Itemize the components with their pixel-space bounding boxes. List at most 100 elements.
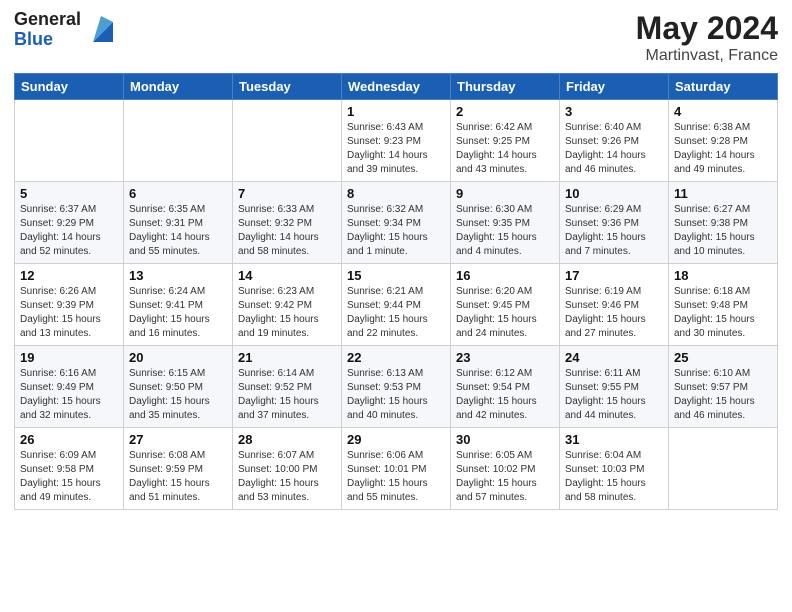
calendar-cell: 13Sunrise: 6:24 AM Sunset: 9:41 PM Dayli… <box>124 264 233 346</box>
calendar-cell <box>15 100 124 182</box>
day-number: 3 <box>565 104 663 119</box>
day-number: 26 <box>20 432 118 447</box>
logo-text: General Blue <box>14 10 81 50</box>
cell-info: Sunrise: 6:14 AM Sunset: 9:52 PM Dayligh… <box>238 367 336 423</box>
calendar-cell <box>669 428 778 510</box>
calendar-cell: 23 Sunrise: 6:12 AM Sunset: 9:54 PM Dayli… <box>451 346 560 428</box>
logo-icon <box>85 14 117 46</box>
cell-info: Sunrise: 6:12 AM Sunset: 9:54 PM Dayligh… <box>456 367 554 423</box>
cell-info: Sunrise: 6:11 AM Sunset: 9:55 PM Dayligh… <box>565 367 663 423</box>
day-number: 24 <box>565 350 663 365</box>
day-number: 4 <box>674 104 772 119</box>
page: General Blue May 2024 Martinvast, France… <box>0 0 792 520</box>
cell-info: Sunrise: 6:40 AM Sunset: 9:26 PM Dayligh… <box>565 121 663 177</box>
day-number: 9 <box>456 186 554 201</box>
day-number: 18 <box>674 268 772 283</box>
cell-info: Sunrise: 6:13 AM Sunset: 9:53 PM Dayligh… <box>347 367 445 423</box>
day-number: 7 <box>238 186 336 201</box>
calendar-cell: 21Sunrise: 6:14 AM Sunset: 9:52 PM Dayli… <box>233 346 342 428</box>
day-number: 22 <box>347 350 445 365</box>
calendar-cell: 29Sunrise: 6:06 AM Sunset: 10:01 PM Dayl… <box>342 428 451 510</box>
day-header-thursday: Thursday <box>451 74 560 100</box>
logo: General Blue <box>14 10 117 50</box>
title-month: May 2024 <box>636 10 778 47</box>
cell-info: Sunrise: 6:20 AM Sunset: 9:45 PM Dayligh… <box>456 285 554 341</box>
calendar-cell: 24 Sunrise: 6:11 AM Sunset: 9:55 PM Dayli… <box>560 346 669 428</box>
day-number: 30 <box>456 432 554 447</box>
calendar-cell: 17 Sunrise: 6:19 AM Sunset: 9:46 PM Dayli… <box>560 264 669 346</box>
cell-info: Sunrise: 6:04 AM Sunset: 10:03 PM Daylig… <box>565 449 663 505</box>
cell-info: Sunrise: 6:26 AM Sunset: 9:39 PM Dayligh… <box>20 285 118 341</box>
cell-info: Sunrise: 6:18 AM Sunset: 9:48 PM Dayligh… <box>674 285 772 341</box>
calendar-cell: 30 Sunrise: 6:05 AM Sunset: 10:02 PM Dayl… <box>451 428 560 510</box>
cell-info: Sunrise: 6:09 AM Sunset: 9:58 PM Dayligh… <box>20 449 118 505</box>
calendar-cell: 26 Sunrise: 6:09 AM Sunset: 9:58 PM Dayli… <box>15 428 124 510</box>
calendar-cell: 18 Sunrise: 6:18 AM Sunset: 9:48 PM Dayli… <box>669 264 778 346</box>
title-location: Martinvast, France <box>636 47 778 65</box>
cell-info: Sunrise: 6:08 AM Sunset: 9:59 PM Dayligh… <box>129 449 227 505</box>
day-number: 20 <box>129 350 227 365</box>
calendar-cell: 11Sunrise: 6:27 AM Sunset: 9:38 PM Dayli… <box>669 182 778 264</box>
calendar-cell: 3 Sunrise: 6:40 AM Sunset: 9:26 PM Daylig… <box>560 100 669 182</box>
cell-info: Sunrise: 6:38 AM Sunset: 9:28 PM Dayligh… <box>674 121 772 177</box>
cell-info: Sunrise: 6:33 AM Sunset: 9:32 PM Dayligh… <box>238 203 336 259</box>
calendar-cell: 27 Sunrise: 6:08 AM Sunset: 9:59 PM Dayli… <box>124 428 233 510</box>
cell-info: Sunrise: 6:37 AM Sunset: 9:29 PM Dayligh… <box>20 203 118 259</box>
week-row-0: 1 Sunrise: 6:43 AM Sunset: 9:23 PM Daylig… <box>15 100 778 182</box>
logo-blue: Blue <box>14 30 81 50</box>
week-row-1: 5 Sunrise: 6:37 AM Sunset: 9:29 PM Daylig… <box>15 182 778 264</box>
day-number: 11 <box>674 186 772 201</box>
week-row-2: 12 Sunrise: 6:26 AM Sunset: 9:39 PM Dayli… <box>15 264 778 346</box>
calendar-cell: 25 Sunrise: 6:10 AM Sunset: 9:57 PM Dayli… <box>669 346 778 428</box>
calendar-cell: 20 Sunrise: 6:15 AM Sunset: 9:50 PM Dayli… <box>124 346 233 428</box>
day-number: 2 <box>456 104 554 119</box>
day-header-tuesday: Tuesday <box>233 74 342 100</box>
day-number: 16 <box>456 268 554 283</box>
cell-info: Sunrise: 6:23 AM Sunset: 9:42 PM Dayligh… <box>238 285 336 341</box>
week-row-3: 19 Sunrise: 6:16 AM Sunset: 9:49 PM Dayli… <box>15 346 778 428</box>
calendar-cell: 2 Sunrise: 6:42 AM Sunset: 9:25 PM Daylig… <box>451 100 560 182</box>
cell-info: Sunrise: 6:16 AM Sunset: 9:49 PM Dayligh… <box>20 367 118 423</box>
cell-info: Sunrise: 6:15 AM Sunset: 9:50 PM Dayligh… <box>129 367 227 423</box>
day-number: 28 <box>238 432 336 447</box>
day-number: 19 <box>20 350 118 365</box>
day-number: 23 <box>456 350 554 365</box>
cell-info: Sunrise: 6:10 AM Sunset: 9:57 PM Dayligh… <box>674 367 772 423</box>
calendar-cell: 10 Sunrise: 6:29 AM Sunset: 9:36 PM Dayli… <box>560 182 669 264</box>
calendar-cell: 1 Sunrise: 6:43 AM Sunset: 9:23 PM Daylig… <box>342 100 451 182</box>
calendar-cell: 8Sunrise: 6:32 AM Sunset: 9:34 PM Daylig… <box>342 182 451 264</box>
calendar-cell: 7 Sunrise: 6:33 AM Sunset: 9:32 PM Daylig… <box>233 182 342 264</box>
cell-info: Sunrise: 6:06 AM Sunset: 10:01 PM Daylig… <box>347 449 445 505</box>
cell-info: Sunrise: 6:42 AM Sunset: 9:25 PM Dayligh… <box>456 121 554 177</box>
calendar-cell <box>124 100 233 182</box>
day-number: 13 <box>129 268 227 283</box>
day-number: 17 <box>565 268 663 283</box>
cell-info: Sunrise: 6:19 AM Sunset: 9:46 PM Dayligh… <box>565 285 663 341</box>
day-header-wednesday: Wednesday <box>342 74 451 100</box>
cell-info: Sunrise: 6:29 AM Sunset: 9:36 PM Dayligh… <box>565 203 663 259</box>
title-block: May 2024 Martinvast, France <box>636 10 778 65</box>
day-number: 27 <box>129 432 227 447</box>
day-number: 12 <box>20 268 118 283</box>
day-number: 5 <box>20 186 118 201</box>
calendar-cell: 5 Sunrise: 6:37 AM Sunset: 9:29 PM Daylig… <box>15 182 124 264</box>
cell-info: Sunrise: 6:21 AM Sunset: 9:44 PM Dayligh… <box>347 285 445 341</box>
day-number: 15 <box>347 268 445 283</box>
logo-general: General <box>14 10 81 30</box>
cell-info: Sunrise: 6:43 AM Sunset: 9:23 PM Dayligh… <box>347 121 445 177</box>
cell-info: Sunrise: 6:35 AM Sunset: 9:31 PM Dayligh… <box>129 203 227 259</box>
calendar-cell: 9Sunrise: 6:30 AM Sunset: 9:35 PM Daylig… <box>451 182 560 264</box>
day-number: 10 <box>565 186 663 201</box>
cell-info: Sunrise: 6:07 AM Sunset: 10:00 PM Daylig… <box>238 449 336 505</box>
header: General Blue May 2024 Martinvast, France <box>14 10 778 65</box>
calendar-cell: 12 Sunrise: 6:26 AM Sunset: 9:39 PM Dayli… <box>15 264 124 346</box>
calendar-cell: 19 Sunrise: 6:16 AM Sunset: 9:49 PM Dayli… <box>15 346 124 428</box>
week-row-4: 26 Sunrise: 6:09 AM Sunset: 9:58 PM Dayli… <box>15 428 778 510</box>
day-number: 8 <box>347 186 445 201</box>
day-number: 31 <box>565 432 663 447</box>
day-number: 25 <box>674 350 772 365</box>
day-header-sunday: Sunday <box>15 74 124 100</box>
cell-info: Sunrise: 6:05 AM Sunset: 10:02 PM Daylig… <box>456 449 554 505</box>
day-number: 1 <box>347 104 445 119</box>
header-row: SundayMondayTuesdayWednesdayThursdayFrid… <box>15 74 778 100</box>
